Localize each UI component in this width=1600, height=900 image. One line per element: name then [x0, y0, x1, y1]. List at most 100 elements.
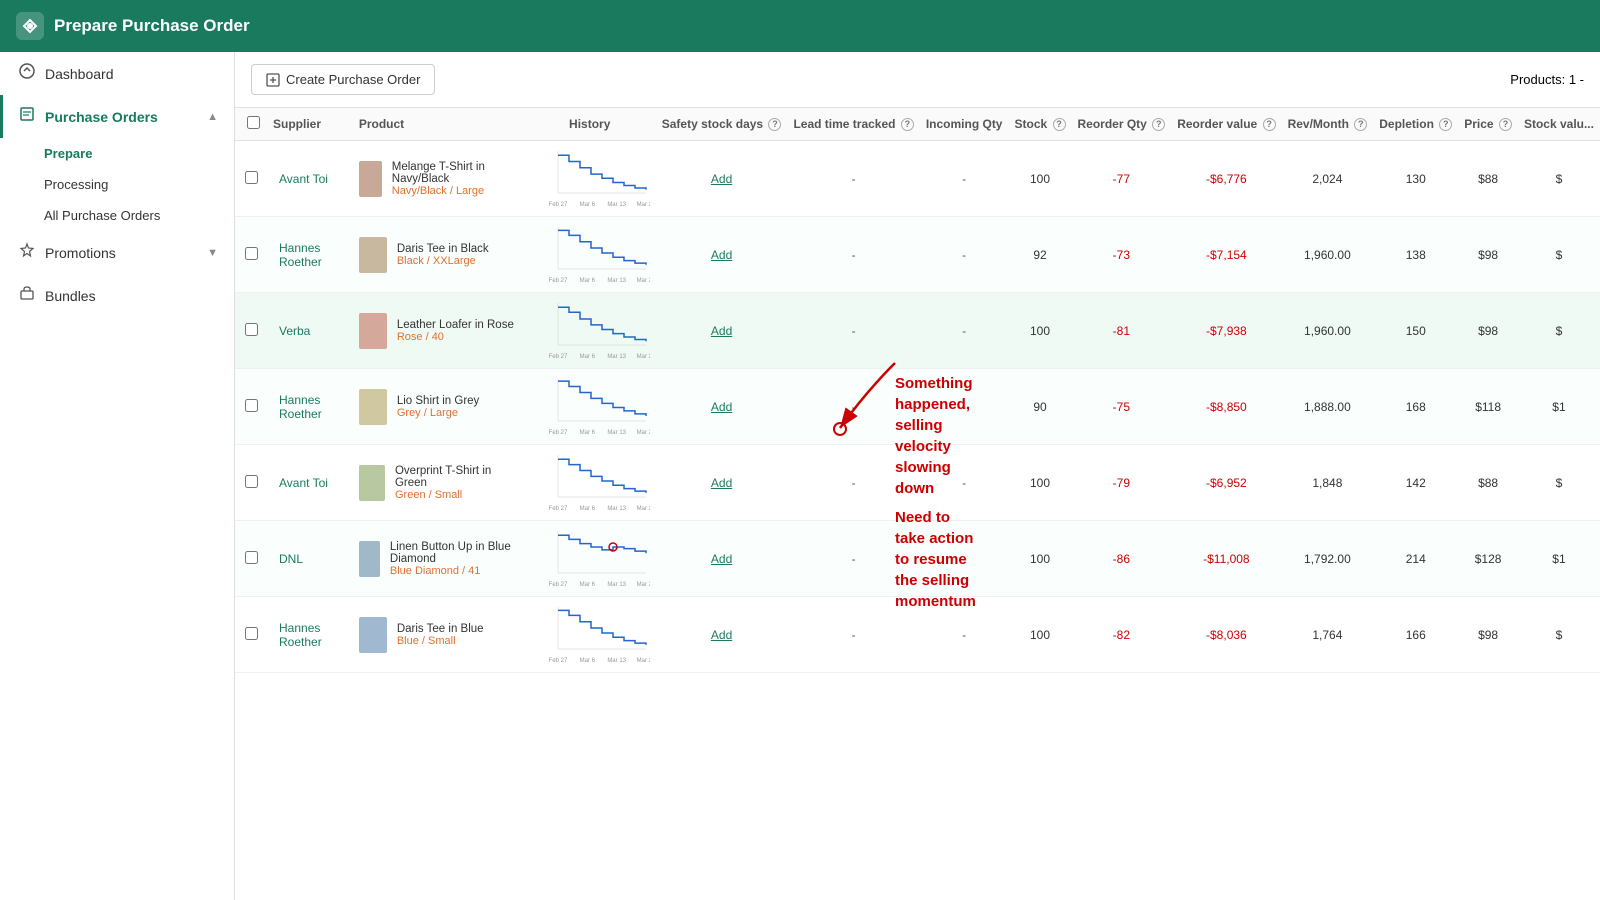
product-thumbnail [359, 465, 385, 501]
svg-text:Mar 6: Mar 6 [579, 506, 595, 511]
row-checkbox-0[interactable] [245, 171, 258, 184]
sidebar-item-all-purchase-orders[interactable]: All Purchase Orders [0, 200, 234, 231]
rev-month-cell: 1,960.00 [1282, 293, 1374, 369]
add-link-1[interactable]: Add [711, 248, 732, 262]
select-all-checkbox[interactable] [247, 116, 260, 129]
add-link-5[interactable]: Add [711, 552, 732, 566]
supplier-cell: Avant Toi [267, 141, 353, 217]
lead-time-cell: - [920, 293, 1009, 369]
add-link-3[interactable]: Add [711, 400, 732, 414]
rev-month-cell: 1,848 [1282, 445, 1374, 521]
reorder-qty-info[interactable]: ? [1152, 118, 1165, 131]
price-cell: $88 [1458, 445, 1518, 521]
stock-cell: 90 [1008, 369, 1071, 445]
product-name: Daris Tee in Black [397, 243, 489, 255]
row-checkbox-4[interactable] [245, 475, 258, 488]
depletion-cell: 168 [1373, 369, 1458, 445]
col-incoming-qty: Incoming Qty [920, 108, 1009, 141]
add-link-0[interactable]: Add [711, 172, 732, 186]
rev-month-info[interactable]: ? [1354, 118, 1367, 131]
product-thumbnail [359, 237, 387, 273]
row-checkbox-2[interactable] [245, 323, 258, 336]
row-checkbox-3[interactable] [245, 399, 258, 412]
add-cell[interactable]: Add [656, 521, 788, 597]
sidebar-item-prepare[interactable]: Prepare [0, 138, 234, 169]
history-chart-cell: Qty Feb 27Mar 6Mar 13Mar 20 [524, 293, 656, 369]
col-reorder-qty: Reorder Qty ? [1072, 108, 1172, 141]
add-cell[interactable]: Add [656, 293, 788, 369]
table-row: Hannes Roether Lio Shirt in Grey Grey / … [235, 369, 1600, 445]
stock-value-cell: $ [1518, 217, 1600, 293]
lead-time-cell: - [920, 597, 1009, 673]
create-purchase-order-button[interactable]: Create Purchase Order [251, 64, 435, 95]
price-info[interactable]: ? [1499, 118, 1512, 131]
price-cell: $88 [1458, 141, 1518, 217]
lead-time-cell: - [920, 445, 1009, 521]
toolbar: Create Purchase Order Products: 1 - [235, 52, 1600, 108]
add-link-6[interactable]: Add [711, 628, 732, 642]
sidebar-prepare-label: Prepare [44, 146, 92, 161]
products-table-wrapper[interactable]: Supplier Product History Safety stock da… [235, 108, 1600, 900]
product-info: Melange T-Shirt in Navy/Black Navy/Black… [392, 161, 518, 197]
row-checkbox-5[interactable] [245, 551, 258, 564]
row-checkbox-cell [235, 217, 267, 293]
product-thumbnail [359, 313, 387, 349]
sidebar-item-bundles[interactable]: Bundles [0, 274, 234, 317]
depletion-cell: 166 [1373, 597, 1458, 673]
promotions-icon [19, 242, 35, 263]
row-checkbox-6[interactable] [245, 627, 258, 640]
stock-cell: 100 [1008, 521, 1071, 597]
reorder-qty-cell: -79 [1072, 445, 1172, 521]
history-chart-cell: Qty Feb 27Mar 6Mar 13Mar 20 [524, 597, 656, 673]
product-info: Daris Tee in Black Black / XXLarge [397, 243, 489, 267]
supplier-cell: Avant Toi [267, 445, 353, 521]
svg-text:Mar 13: Mar 13 [607, 506, 626, 511]
lead-time-info[interactable]: ? [901, 118, 914, 131]
price-cell: $128 [1458, 521, 1518, 597]
svg-text:Mar 6: Mar 6 [579, 658, 595, 663]
create-icon [266, 73, 280, 87]
add-link-2[interactable]: Add [711, 324, 732, 338]
sidebar-item-purchase-orders[interactable]: Purchase Orders ▲ [0, 95, 234, 138]
svg-text:Feb 27: Feb 27 [548, 506, 567, 511]
add-cell[interactable]: Add [656, 445, 788, 521]
safety-stock-cell: - [787, 445, 919, 521]
promotions-chevron: ▼ [207, 247, 218, 259]
reorder-value-info[interactable]: ? [1263, 118, 1276, 131]
col-lead-time: Lead time tracked ? [787, 108, 919, 141]
add-cell[interactable]: Add [656, 597, 788, 673]
add-link-4[interactable]: Add [711, 476, 732, 490]
reorder-value-cell: -$8,850 [1171, 369, 1281, 445]
stock-info[interactable]: ? [1053, 118, 1066, 131]
svg-text:Mar 6: Mar 6 [579, 430, 595, 435]
stock-value-cell: $ [1518, 597, 1600, 673]
safety-stock-info[interactable]: ? [768, 118, 781, 131]
sidebar-item-processing[interactable]: Processing [0, 169, 234, 200]
svg-text:Mar 13: Mar 13 [607, 658, 626, 663]
col-checkbox [235, 108, 267, 141]
svg-text:Mar 20: Mar 20 [636, 202, 649, 207]
svg-text:Mar 6: Mar 6 [579, 278, 595, 283]
safety-stock-cell: - [787, 597, 919, 673]
lead-time-cell: - [920, 141, 1009, 217]
product-variant: Blue / Small [397, 635, 484, 647]
svg-text:Mar 20: Mar 20 [636, 582, 649, 587]
add-cell[interactable]: Add [656, 217, 788, 293]
row-checkbox-1[interactable] [245, 247, 258, 260]
add-cell[interactable]: Add [656, 369, 788, 445]
svg-text:Mar 6: Mar 6 [579, 582, 595, 587]
price-cell: $98 [1458, 597, 1518, 673]
sidebar-item-dashboard[interactable]: Dashboard [0, 52, 234, 95]
svg-text:Mar 13: Mar 13 [607, 354, 626, 359]
stock-cell: 100 [1008, 445, 1071, 521]
lead-time-cell: - [920, 521, 1009, 597]
reorder-qty-cell: -73 [1072, 217, 1172, 293]
product-name: Melange T-Shirt in Navy/Black [392, 161, 518, 185]
product-cell: Linen Button Up in Blue Diamond Blue Dia… [353, 521, 524, 597]
svg-text:Mar 20: Mar 20 [636, 430, 649, 435]
sidebar-item-promotions[interactable]: Promotions ▼ [0, 231, 234, 274]
depletion-info[interactable]: ? [1439, 118, 1452, 131]
add-cell[interactable]: Add [656, 141, 788, 217]
stock-value-cell: $1 [1518, 521, 1600, 597]
col-product: Product [353, 108, 524, 141]
